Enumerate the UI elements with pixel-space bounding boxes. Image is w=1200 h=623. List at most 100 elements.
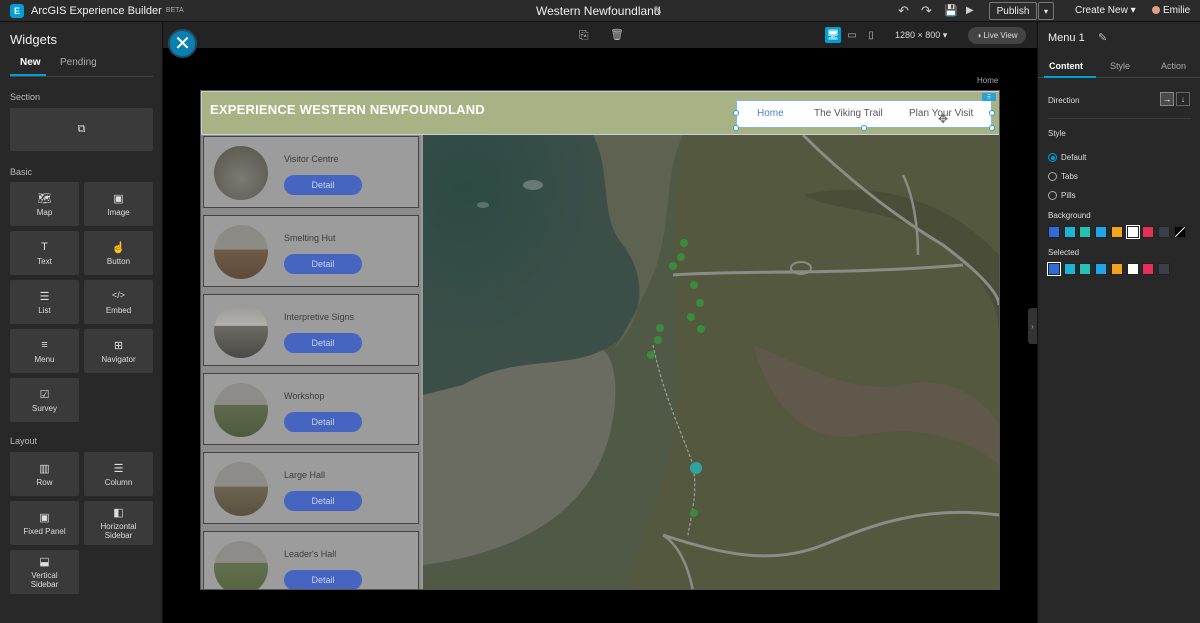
avatar <box>1152 6 1160 15</box>
app-page-canvas[interactable]: EXPERIENCE WESTERN NEWFOUNDLAND Home The… <box>200 90 1000 590</box>
list-icon: ☰ <box>39 290 50 303</box>
widget-button[interactable]: ☝ Button <box>84 231 153 275</box>
close-insert-panel-close-icon[interactable]: ✕ <box>168 29 197 58</box>
color-swatch[interactable] <box>1047 262 1061 276</box>
style-radio-default[interactable] <box>1048 153 1057 162</box>
map-widget[interactable] <box>423 135 999 589</box>
widget-embed[interactable]: </> Embed <box>84 280 153 324</box>
publish-options-chevron-down-icon[interactable]: ▾ <box>1038 2 1054 20</box>
redo-icon[interactable]: ↷ <box>921 3 932 19</box>
document-title[interactable]: Western Newfoundland <box>536 4 661 18</box>
create-new-button[interactable]: Create New ▾ <box>1075 5 1136 16</box>
style-radio-tabs[interactable] <box>1048 172 1057 181</box>
widget-map[interactable]: 🗺 Map <box>10 182 79 226</box>
widget-fixed-panel[interactable]: ▣ Fixed Panel <box>10 501 79 545</box>
tablet-device-icon[interactable]: ▭ <box>844 27 860 43</box>
list-item[interactable]: Interpretive Signs Detail <box>203 294 419 366</box>
location-list: Visitor Centre Detail Smelting Hut Detai… <box>201 135 421 589</box>
color-swatch[interactable] <box>1110 263 1123 275</box>
location-thumbnail <box>214 462 268 516</box>
color-swatch[interactable] <box>1079 226 1092 238</box>
widget-image[interactable]: ▣ Image <box>84 182 153 226</box>
location-name: Leader's Hall <box>284 549 337 559</box>
experience-builder-logo-icon: E <box>10 3 24 18</box>
list-item[interactable]: Smelting Hut Detail <box>203 215 419 287</box>
widget-menu[interactable]: ≡ Menu <box>10 329 79 373</box>
color-swatch[interactable] <box>1173 226 1186 238</box>
tab-pending[interactable]: Pending <box>60 57 97 68</box>
color-swatch[interactable] <box>1079 263 1092 275</box>
save-icon[interactable]: 💾 <box>944 4 958 17</box>
survey-icon: ☑ <box>39 388 50 401</box>
widget-survey[interactable]: ☑ Survey <box>10 378 79 422</box>
menu-widget[interactable]: Home The Viking Trail Plan Your Visit ✥ <box>736 100 992 128</box>
list-item[interactable]: Leader's Hall Detail <box>203 531 419 589</box>
color-swatch[interactable] <box>1110 226 1123 238</box>
detail-button[interactable]: Detail <box>284 175 362 195</box>
drag-handle-icon[interactable]: ⠿ <box>982 93 996 101</box>
widget-row[interactable]: ▥ Row <box>10 452 79 496</box>
divider <box>1048 118 1191 119</box>
selected-widget-title: Menu 1 <box>1048 32 1085 44</box>
live-view-toggle[interactable]: ◑ Live View <box>968 27 1026 44</box>
color-swatch[interactable] <box>1063 263 1076 275</box>
resize-handle[interactable] <box>861 125 867 131</box>
tab-new[interactable]: New <box>20 57 41 68</box>
widget-list[interactable]: ☰ List <box>10 280 79 324</box>
widget-column[interactable]: ☰ Column <box>84 452 153 496</box>
color-swatch[interactable] <box>1142 263 1155 275</box>
location-thumbnail <box>214 225 268 279</box>
widget-horizontal-sidebar[interactable]: ◧ Horizontal Sidebar <box>84 501 153 545</box>
color-swatch[interactable] <box>1142 226 1155 238</box>
detail-button[interactable]: Detail <box>284 254 362 274</box>
detail-button[interactable]: Detail <box>284 570 362 589</box>
detail-button[interactable]: Detail <box>284 412 362 432</box>
menu-item-viking-trail[interactable]: The Viking Trail <box>814 108 883 119</box>
color-swatch[interactable] <box>1157 263 1170 275</box>
list-item[interactable]: Visitor Centre Detail <box>203 136 419 208</box>
widget-section[interactable]: ⧉ <box>10 108 153 151</box>
color-swatch[interactable] <box>1126 263 1139 275</box>
widgets-panel: Widgets New Pending Section ⧉ Basic 🗺 Map… <box>0 22 163 623</box>
rename-pencil-icon[interactable]: ✎ <box>1098 31 1107 44</box>
active-tab-indicator <box>10 74 46 76</box>
background-label: Background <box>1048 211 1091 220</box>
tab-action[interactable]: Action <box>1161 61 1186 71</box>
color-swatch[interactable] <box>1157 226 1170 238</box>
color-swatch[interactable] <box>1095 263 1108 275</box>
widget-text[interactable]: T Text <box>10 231 79 275</box>
publish-button[interactable]: Publish <box>989 2 1037 20</box>
undo-icon[interactable]: ↶ <box>898 3 909 19</box>
menu-item-home[interactable]: Home <box>757 108 784 119</box>
desktop-device-icon[interactable]: 🖥 <box>825 27 841 43</box>
list-item[interactable]: Workshop Detail <box>203 373 419 445</box>
direction-horizontal-arrow-right-icon[interactable]: → <box>1160 92 1174 106</box>
resize-handle[interactable] <box>989 110 995 116</box>
widget-vertical-sidebar[interactable]: ⬓ Vertical Sidebar <box>10 550 79 594</box>
detail-button[interactable]: Detail <box>284 491 362 511</box>
direction-vertical-arrow-down-icon[interactable]: ↓ <box>1176 92 1190 106</box>
resize-handle[interactable] <box>989 125 995 131</box>
tab-content[interactable]: Content <box>1049 61 1083 71</box>
preview-icon[interactable]: ▶ <box>966 5 974 16</box>
color-swatch[interactable] <box>1125 225 1140 239</box>
tab-style[interactable]: Style <box>1110 61 1130 71</box>
phone-device-icon[interactable]: ▯ <box>863 27 879 43</box>
user-menu[interactable]: Emilie <box>1152 5 1190 16</box>
detail-button[interactable]: Detail <box>284 333 362 353</box>
edit-title-icon[interactable]: ✎ <box>653 4 662 17</box>
resize-handle[interactable] <box>733 125 739 131</box>
widget-navigator[interactable]: ⊞ Navigator <box>84 329 153 373</box>
copy-icon[interactable]: ⎘ <box>579 28 589 43</box>
collapse-panel-chevron-right-icon[interactable]: › <box>1028 308 1037 344</box>
color-swatch[interactable] <box>1048 226 1060 238</box>
page-header[interactable]: EXPERIENCE WESTERN NEWFOUNDLAND Home The… <box>201 91 999 135</box>
page-breadcrumb: Home <box>977 76 999 85</box>
color-swatch[interactable] <box>1095 226 1108 238</box>
resize-handle[interactable] <box>733 110 739 116</box>
delete-icon[interactable]: 🗑 <box>610 28 624 41</box>
color-swatch[interactable] <box>1063 226 1076 238</box>
resolution-dropdown[interactable]: 1280 × 800 ▾ <box>895 30 947 41</box>
style-radio-pills[interactable] <box>1048 191 1057 200</box>
list-item[interactable]: Large Hall Detail <box>203 452 419 524</box>
